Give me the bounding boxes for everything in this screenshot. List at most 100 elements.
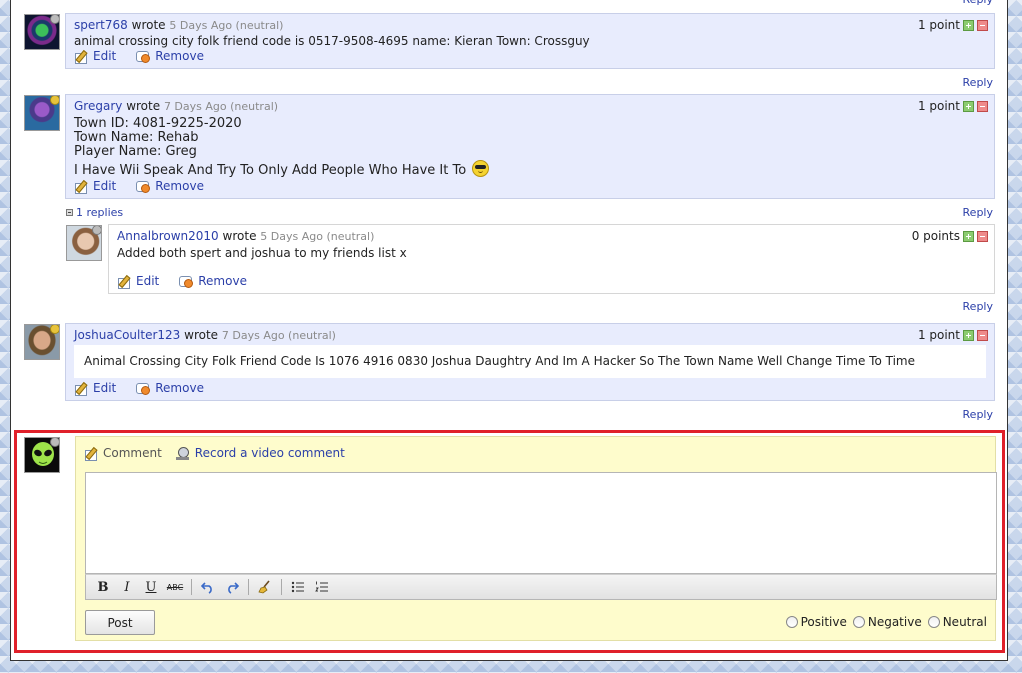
comment-author[interactable]: JoshuaCoulter123 — [74, 328, 180, 342]
reply-link[interactable]: Reply — [963, 300, 993, 313]
status-dot-icon — [50, 325, 59, 334]
clean-format-button[interactable] — [254, 577, 276, 597]
avatar-annalbrown2010[interactable] — [66, 225, 102, 261]
remove-icon — [136, 50, 151, 63]
remove-label: Remove — [198, 274, 247, 288]
toolbar-separator — [191, 579, 192, 595]
reply-link[interactable]: Reply — [963, 206, 993, 219]
pencil-icon — [84, 447, 98, 461]
comment-meta: 7 Days Ago (neutral) — [163, 100, 279, 113]
comment-header: Annalbrown2010 wrote 5 Days Ago (neutral… — [117, 229, 374, 243]
edit-icon — [74, 382, 88, 396]
radio-negative[interactable] — [852, 616, 865, 628]
rating-negative[interactable]: Negative — [852, 615, 922, 629]
replies-count: 1 replies — [76, 206, 124, 219]
vote-down-icon[interactable] — [977, 329, 988, 341]
tab-video-comment[interactable]: Record a video comment — [175, 446, 345, 460]
bullet-list-button[interactable] — [287, 577, 309, 597]
comment-author[interactable]: Annalbrown2010 — [117, 229, 219, 243]
tab-comment-label: Comment — [103, 446, 162, 460]
comment-textarea[interactable] — [85, 472, 997, 574]
numbered-list-icon — [315, 581, 328, 592]
rating-neutral[interactable]: Neutral — [927, 615, 987, 629]
edit-button[interactable]: Edit — [74, 49, 117, 64]
comment-text: Added both spert and joshua to my friend… — [117, 246, 407, 260]
edit-label: Edit — [93, 179, 117, 193]
avatar-spert768[interactable] — [24, 14, 60, 50]
comment-header: JoshuaCoulter123 wrote 7 Days Ago (neutr… — [74, 328, 336, 342]
edit-button[interactable]: Edit — [74, 179, 117, 194]
status-dot-icon — [92, 226, 101, 235]
vote-up-icon[interactable] — [963, 230, 974, 242]
edit-button[interactable]: Edit — [117, 274, 160, 289]
bold-button[interactable]: B — [92, 577, 114, 597]
vote-up-icon[interactable] — [963, 329, 974, 341]
radio-neutral[interactable] — [927, 616, 940, 628]
comment-gregary: Gregary wrote 7 Days Ago (neutral) 1 poi… — [65, 94, 995, 199]
points-count: 1 point — [917, 99, 960, 113]
status-dot-icon — [50, 96, 59, 105]
remove-icon — [136, 180, 151, 193]
vote-up-icon[interactable] — [963, 19, 974, 31]
tab-comment[interactable]: Comment — [84, 446, 162, 461]
comment-text-line: Town ID: 4081-9225-2020 — [74, 116, 242, 131]
comment-spert768: spert768 wrote 5 Days Ago (neutral) 1 po… — [65, 13, 995, 69]
comment-type-tabs: Comment Record a video comment — [84, 446, 345, 461]
strikethrough-button[interactable]: ABC — [164, 577, 186, 597]
avatar-joshuacoulter123[interactable] — [24, 324, 60, 360]
comment-author[interactable]: spert768 — [74, 18, 128, 32]
remove-button[interactable]: Remove — [179, 274, 247, 288]
toolbar-separator — [281, 579, 282, 595]
points-area: 1 point — [918, 18, 988, 32]
toolbar-separator — [248, 579, 249, 595]
points-count: 0 points — [911, 229, 960, 243]
redo-button[interactable] — [221, 577, 243, 597]
italic-button[interactable]: I — [116, 577, 138, 597]
points-area: 0 points — [912, 229, 988, 243]
replies-toggle[interactable]: 1 replies — [66, 206, 123, 219]
comment-meta: 5 Days Ago (neutral) — [169, 19, 284, 32]
status-dot-icon — [50, 15, 59, 24]
wrote-label: wrote — [222, 229, 257, 243]
vote-down-icon[interactable] — [977, 19, 988, 31]
comment-header: spert768 wrote 5 Days Ago (neutral) — [74, 18, 283, 32]
redo-icon — [228, 582, 239, 594]
points-count: 1 point — [917, 328, 960, 342]
rating-label: Positive — [800, 615, 847, 629]
avatar-gregary[interactable] — [24, 95, 60, 131]
edit-label: Edit — [93, 381, 117, 395]
sunglasses-smiley-icon — [472, 160, 490, 177]
rating-label: Negative — [867, 615, 922, 629]
edit-label: Edit — [93, 49, 117, 63]
comment-meta: 5 Days Ago (neutral) — [260, 230, 375, 243]
rating-positive[interactable]: Positive — [785, 615, 847, 629]
comment-actions: Edit Remove — [74, 381, 204, 396]
vote-down-icon[interactable] — [977, 100, 988, 112]
points-area: 1 point — [918, 99, 988, 113]
remove-label: Remove — [155, 179, 204, 193]
radio-positive[interactable] — [785, 616, 798, 628]
rating-options: Positive Negative Neutral — [785, 615, 987, 629]
undo-icon — [201, 582, 212, 594]
wrote-label: wrote — [184, 328, 219, 342]
underline-button[interactable]: U — [140, 577, 162, 597]
numbered-list-button[interactable] — [311, 577, 333, 597]
reply-link-top[interactable]: Reply — [963, 0, 993, 6]
points-count: 1 point — [917, 18, 960, 32]
undo-button[interactable] — [197, 577, 219, 597]
post-button[interactable]: Post — [85, 610, 155, 635]
vote-up-icon[interactable] — [963, 100, 974, 112]
reply-link[interactable]: Reply — [963, 76, 993, 89]
remove-button[interactable]: Remove — [136, 179, 204, 193]
status-dot-icon — [50, 438, 59, 447]
edit-button[interactable]: Edit — [74, 381, 117, 396]
remove-button[interactable]: Remove — [136, 49, 204, 63]
reply-link[interactable]: Reply — [963, 408, 993, 421]
edit-label: Edit — [136, 274, 160, 288]
vote-down-icon[interactable] — [977, 230, 988, 242]
comment-author[interactable]: Gregary — [74, 99, 122, 113]
remove-button[interactable]: Remove — [136, 381, 204, 395]
rating-label: Neutral — [942, 615, 987, 629]
avatar-current-user — [24, 437, 60, 473]
comment-header: Gregary wrote 7 Days Ago (neutral) — [74, 99, 278, 113]
